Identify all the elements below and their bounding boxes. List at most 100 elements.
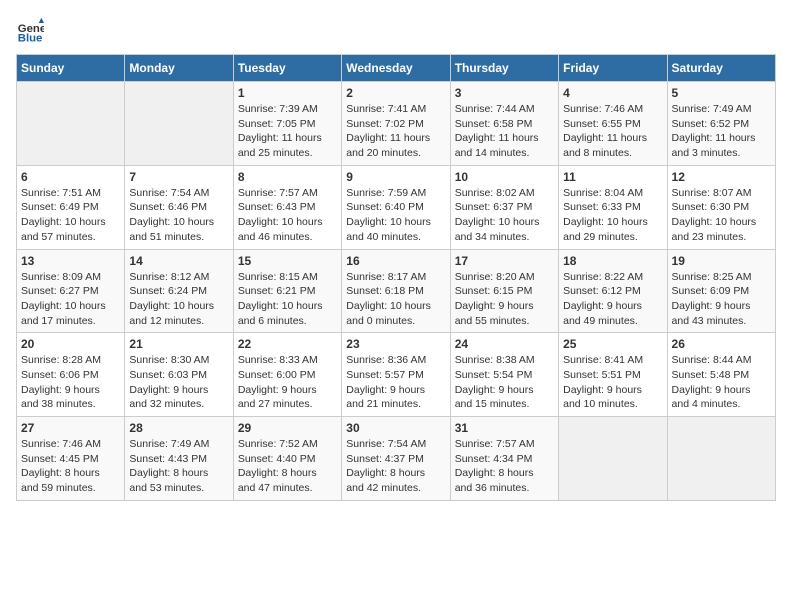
logo: General Blue [16, 16, 48, 44]
calendar-cell: 10Sunrise: 8:02 AM Sunset: 6:37 PM Dayli… [450, 165, 558, 249]
calendar-header: SundayMondayTuesdayWednesdayThursdayFrid… [17, 55, 776, 82]
day-number: 15 [238, 254, 337, 268]
day-number: 2 [346, 86, 445, 100]
header-row: SundayMondayTuesdayWednesdayThursdayFrid… [17, 55, 776, 82]
calendar-cell: 4 Sunrise: 7:46 AM Sunset: 6:55 PM Daylig… [559, 82, 667, 166]
cell-content: Sunrise: 7:57 AM Sunset: 4:34 PM Dayligh… [455, 437, 554, 496]
cell-content: Sunrise: 7:54 AM Sunset: 6:46 PM Dayligh… [129, 186, 228, 245]
day-number: 26 [672, 337, 771, 351]
day-number: 23 [346, 337, 445, 351]
calendar-cell: 11 Sunrise: 8:04 AM Sunset: 6:33 PM Dayli… [559, 165, 667, 249]
cell-content: Sunrise: 7:39 AM Sunset: 7:05 PM Dayligh… [238, 102, 337, 161]
calendar-cell [17, 82, 125, 166]
cell-content: Sunrise: 8:38 AM Sunset: 5:54 PM Dayligh… [455, 353, 554, 412]
week-row-3: 13 Sunrise: 8:09 AM Sunset: 6:27 PM Dayli… [17, 249, 776, 333]
column-header-sunday: Sunday [17, 55, 125, 82]
day-number: 5 [672, 86, 771, 100]
cell-content: Sunrise: 8:15 AM Sunset: 6:21 PM Dayligh… [238, 270, 337, 329]
calendar-table: SundayMondayTuesdayWednesdayThursdayFrid… [16, 54, 776, 501]
calendar-cell: 7 Sunrise: 7:54 AM Sunset: 6:46 PM Daylig… [125, 165, 233, 249]
week-row-2: 6 Sunrise: 7:51 AM Sunset: 6:49 PM Daylig… [17, 165, 776, 249]
cell-content: Sunrise: 8:04 AM Sunset: 6:33 PM Dayligh… [563, 186, 662, 245]
cell-content: Sunrise: 8:33 AM Sunset: 6:00 PM Dayligh… [238, 353, 337, 412]
cell-content: Sunrise: 8:17 AM Sunset: 6:18 PM Dayligh… [346, 270, 445, 329]
day-number: 6 [21, 170, 120, 184]
calendar-cell [667, 417, 775, 501]
calendar-cell: 27 Sunrise: 7:46 AM Sunset: 4:45 PM Dayli… [17, 417, 125, 501]
day-number: 9 [346, 170, 445, 184]
day-number: 29 [238, 421, 337, 435]
calendar-cell: 28 Sunrise: 7:49 AM Sunset: 4:43 PM Dayli… [125, 417, 233, 501]
calendar-cell: 9 Sunrise: 7:59 AM Sunset: 6:40 PM Daylig… [342, 165, 450, 249]
calendar-cell: 20Sunrise: 8:28 AM Sunset: 6:06 PM Dayli… [17, 333, 125, 417]
cell-content: Sunrise: 7:46 AM Sunset: 6:55 PM Dayligh… [563, 102, 662, 161]
calendar-cell: 1Sunrise: 7:39 AM Sunset: 7:05 PM Daylig… [233, 82, 341, 166]
calendar-cell: 21Sunrise: 8:30 AM Sunset: 6:03 PM Dayli… [125, 333, 233, 417]
day-number: 7 [129, 170, 228, 184]
calendar-cell: 18Sunrise: 8:22 AM Sunset: 6:12 PM Dayli… [559, 249, 667, 333]
day-number: 11 [563, 170, 662, 184]
column-header-monday: Monday [125, 55, 233, 82]
calendar-cell: 5 Sunrise: 7:49 AM Sunset: 6:52 PM Daylig… [667, 82, 775, 166]
week-row-4: 20Sunrise: 8:28 AM Sunset: 6:06 PM Dayli… [17, 333, 776, 417]
column-header-wednesday: Wednesday [342, 55, 450, 82]
column-header-friday: Friday [559, 55, 667, 82]
calendar-cell: 31 Sunrise: 7:57 AM Sunset: 4:34 PM Dayli… [450, 417, 558, 501]
calendar-cell: 15 Sunrise: 8:15 AM Sunset: 6:21 PM Dayli… [233, 249, 341, 333]
day-number: 24 [455, 337, 554, 351]
calendar-body: 1Sunrise: 7:39 AM Sunset: 7:05 PM Daylig… [17, 82, 776, 501]
cell-content: Sunrise: 8:28 AM Sunset: 6:06 PM Dayligh… [21, 353, 120, 412]
calendar-cell: 25Sunrise: 8:41 AM Sunset: 5:51 PM Dayli… [559, 333, 667, 417]
cell-content: Sunrise: 8:25 AM Sunset: 6:09 PM Dayligh… [672, 270, 771, 329]
week-row-5: 27 Sunrise: 7:46 AM Sunset: 4:45 PM Dayli… [17, 417, 776, 501]
cell-content: Sunrise: 8:20 AM Sunset: 6:15 PM Dayligh… [455, 270, 554, 329]
cell-content: Sunrise: 7:54 AM Sunset: 4:37 PM Dayligh… [346, 437, 445, 496]
cell-content: Sunrise: 8:44 AM Sunset: 5:48 PM Dayligh… [672, 353, 771, 412]
calendar-cell: 12Sunrise: 8:07 AM Sunset: 6:30 PM Dayli… [667, 165, 775, 249]
calendar-cell: 24 Sunrise: 8:38 AM Sunset: 5:54 PM Dayli… [450, 333, 558, 417]
week-row-1: 1Sunrise: 7:39 AM Sunset: 7:05 PM Daylig… [17, 82, 776, 166]
cell-content: Sunrise: 8:12 AM Sunset: 6:24 PM Dayligh… [129, 270, 228, 329]
day-number: 28 [129, 421, 228, 435]
day-number: 17 [455, 254, 554, 268]
calendar-cell: 19 Sunrise: 8:25 AM Sunset: 6:09 PM Dayli… [667, 249, 775, 333]
cell-content: Sunrise: 7:49 AM Sunset: 6:52 PM Dayligh… [672, 102, 771, 161]
calendar-cell: 23 Sunrise: 8:36 AM Sunset: 5:57 PM Dayli… [342, 333, 450, 417]
calendar-cell: 8Sunrise: 7:57 AM Sunset: 6:43 PM Daylig… [233, 165, 341, 249]
day-number: 19 [672, 254, 771, 268]
cell-content: Sunrise: 7:59 AM Sunset: 6:40 PM Dayligh… [346, 186, 445, 245]
day-number: 21 [129, 337, 228, 351]
day-number: 22 [238, 337, 337, 351]
calendar-cell: 16 Sunrise: 8:17 AM Sunset: 6:18 PM Dayli… [342, 249, 450, 333]
calendar-cell: 13 Sunrise: 8:09 AM Sunset: 6:27 PM Dayli… [17, 249, 125, 333]
day-number: 30 [346, 421, 445, 435]
calendar-cell: 6 Sunrise: 7:51 AM Sunset: 6:49 PM Daylig… [17, 165, 125, 249]
logo-icon: General Blue [16, 16, 44, 44]
day-number: 31 [455, 421, 554, 435]
cell-content: Sunrise: 7:49 AM Sunset: 4:43 PM Dayligh… [129, 437, 228, 496]
column-header-tuesday: Tuesday [233, 55, 341, 82]
calendar-cell: 17 Sunrise: 8:20 AM Sunset: 6:15 PM Dayli… [450, 249, 558, 333]
svg-text:Blue: Blue [18, 32, 43, 44]
cell-content: Sunrise: 7:52 AM Sunset: 4:40 PM Dayligh… [238, 437, 337, 496]
cell-content: Sunrise: 8:09 AM Sunset: 6:27 PM Dayligh… [21, 270, 120, 329]
cell-content: Sunrise: 8:41 AM Sunset: 5:51 PM Dayligh… [563, 353, 662, 412]
cell-content: Sunrise: 7:51 AM Sunset: 6:49 PM Dayligh… [21, 186, 120, 245]
day-number: 16 [346, 254, 445, 268]
cell-content: Sunrise: 7:41 AM Sunset: 7:02 PM Dayligh… [346, 102, 445, 161]
calendar-cell: 14Sunrise: 8:12 AM Sunset: 6:24 PM Dayli… [125, 249, 233, 333]
day-number: 18 [563, 254, 662, 268]
day-number: 27 [21, 421, 120, 435]
calendar-cell: 2 Sunrise: 7:41 AM Sunset: 7:02 PM Daylig… [342, 82, 450, 166]
cell-content: Sunrise: 8:36 AM Sunset: 5:57 PM Dayligh… [346, 353, 445, 412]
calendar-cell: 22 Sunrise: 8:33 AM Sunset: 6:00 PM Dayli… [233, 333, 341, 417]
calendar-cell: 30 Sunrise: 7:54 AM Sunset: 4:37 PM Dayli… [342, 417, 450, 501]
calendar-cell: 3Sunrise: 7:44 AM Sunset: 6:58 PM Daylig… [450, 82, 558, 166]
column-header-thursday: Thursday [450, 55, 558, 82]
day-number: 4 [563, 86, 662, 100]
cell-content: Sunrise: 7:44 AM Sunset: 6:58 PM Dayligh… [455, 102, 554, 161]
header: General Blue [16, 16, 776, 44]
day-number: 13 [21, 254, 120, 268]
cell-content: Sunrise: 8:07 AM Sunset: 6:30 PM Dayligh… [672, 186, 771, 245]
cell-content: Sunrise: 7:46 AM Sunset: 4:45 PM Dayligh… [21, 437, 120, 496]
